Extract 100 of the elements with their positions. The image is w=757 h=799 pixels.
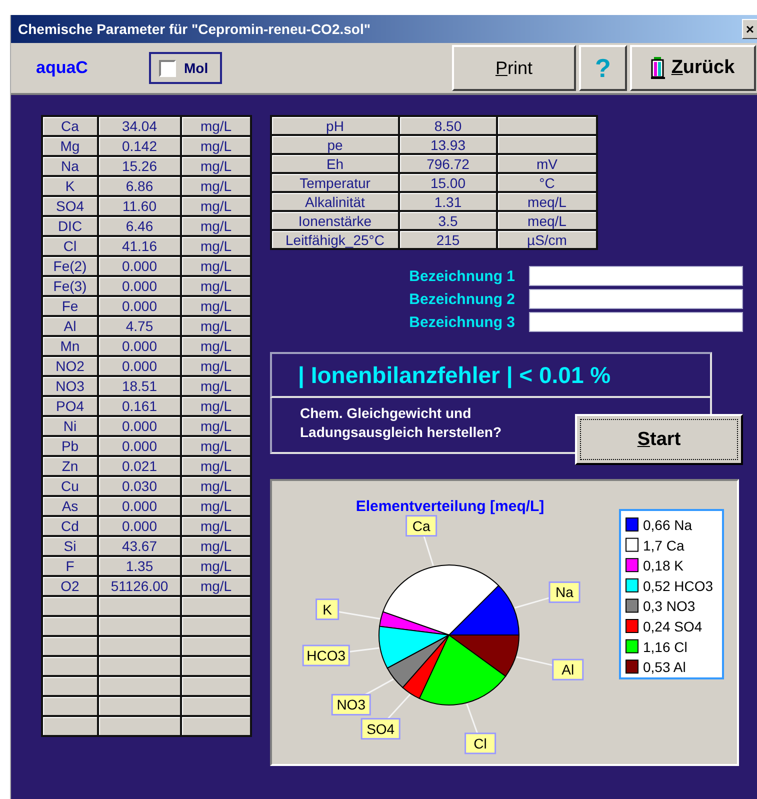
- unit-cell: mg/L: [181, 416, 251, 436]
- leader-line: [514, 597, 550, 609]
- leader-line: [423, 536, 434, 566]
- leader-line: [516, 656, 554, 666]
- legend-label: 0,3 NO3: [643, 598, 696, 614]
- legend-label: 0,52 HCO3: [643, 578, 714, 594]
- slice-label: Na: [548, 581, 580, 603]
- unit-cell: mg/L: [181, 256, 251, 276]
- value-cell: 6.46: [98, 216, 181, 236]
- unit-cell: mg/L: [181, 496, 251, 516]
- parameter-cell: Eh: [271, 154, 399, 173]
- value-cell: 0.021: [98, 456, 181, 476]
- element-cell: NO3: [42, 376, 98, 396]
- slice-label: Al: [562, 662, 574, 678]
- element-cell: Cl: [42, 236, 98, 256]
- unit-cell: mg/L: [181, 116, 251, 136]
- element-cell: Cd: [42, 516, 98, 536]
- start-button[interactable]: Start: [575, 414, 743, 465]
- value-cell: 11.60: [98, 196, 181, 216]
- parameter-cell: Temperatur: [271, 173, 399, 192]
- legend-label: 0,53 Al: [643, 659, 686, 676]
- unit-cell: mg/L: [181, 176, 251, 196]
- value-cell: 0.000: [98, 296, 181, 316]
- unit-cell: mg/L: [181, 336, 251, 356]
- element-cell: Si: [42, 536, 98, 556]
- element-cell: K: [42, 176, 98, 196]
- text-field[interactable]: [529, 289, 743, 309]
- slice-label: SO4: [366, 720, 395, 737]
- unit-cell: mg/L: [181, 476, 251, 496]
- value-cell: 0.000: [98, 416, 181, 436]
- element-cell: Fe(3): [42, 276, 98, 296]
- table-cell: [181, 596, 251, 616]
- balance-error-text: | Ionenbilanzfehler | < 0.01 %: [298, 362, 611, 388]
- unit-cell: mg/L: [181, 556, 251, 576]
- field-label: Bezeichnung 3: [409, 314, 515, 330]
- unit-cell: mg/L: [181, 296, 251, 316]
- element-cell: Ca: [42, 116, 98, 136]
- legend-label: 1,7 Ca: [643, 537, 684, 554]
- table-cell: [181, 616, 251, 636]
- value-cell: 41.16: [98, 236, 181, 256]
- close-button[interactable]: ×: [742, 19, 757, 39]
- text-field[interactable]: [529, 266, 743, 286]
- unit-cell: mg/L: [181, 356, 251, 376]
- value-cell: 0.161: [98, 396, 181, 416]
- table-cell: [42, 616, 98, 636]
- element-cell: Ni: [42, 416, 98, 436]
- table-cell: [42, 676, 98, 696]
- unit-cell: mg/L: [181, 236, 251, 256]
- unit-cell: mg/L: [181, 436, 251, 456]
- table-cell: [181, 636, 251, 656]
- field-label: Bezeichnung 1: [409, 268, 515, 284]
- value-cell: 15.26: [98, 156, 181, 176]
- value-cell: 51126.00: [98, 576, 181, 596]
- checkbox[interactable]: [159, 60, 176, 76]
- value-cell: 0.000: [98, 436, 181, 456]
- unit-cell: mV: [497, 154, 597, 173]
- value-cell: 0.000: [98, 516, 181, 536]
- parameter-cell: pe: [271, 135, 399, 154]
- value-cell: 3.5: [399, 211, 497, 230]
- element-cell: Mn: [42, 336, 98, 356]
- unit-cell: mg/L: [181, 456, 251, 476]
- table-cell: [181, 716, 251, 736]
- app-name: aquaC: [36, 58, 89, 78]
- value-cell: 0.000: [98, 256, 181, 276]
- table-cell: [42, 596, 98, 616]
- table-cell: [42, 636, 98, 656]
- value-cell: 34.04: [98, 116, 181, 136]
- value-cell: 15.00: [399, 173, 497, 192]
- checkbox-label: Mol: [184, 60, 208, 76]
- question-text: Chem. Gleichgewicht und Ladungsausgleich herstellen?: [300, 404, 502, 442]
- element-cell: PO4: [42, 396, 98, 416]
- unit-cell: mg/L: [181, 136, 251, 156]
- unit-cell: mg/L: [181, 156, 251, 176]
- legend-label: 0,18 K: [643, 558, 684, 574]
- element-cell: Na: [42, 156, 98, 176]
- text-field[interactable]: [529, 312, 743, 332]
- unit-cell: mg/L: [181, 396, 251, 416]
- parameter-cell: pH: [271, 116, 399, 135]
- slice-label: Ca: [412, 518, 430, 534]
- unit-cell: mg/L: [181, 216, 251, 236]
- slice-label: K: [316, 598, 340, 620]
- slice-label: Ca: [406, 515, 438, 537]
- value-cell: 0.000: [98, 336, 181, 356]
- back-button[interactable]: Zurück: [630, 45, 756, 91]
- slice-label: K: [322, 601, 333, 618]
- element-cell: Al: [42, 316, 98, 336]
- value-cell: 0.000: [98, 356, 181, 376]
- element-cell: Zn: [42, 456, 98, 476]
- print-button[interactable]: Print: [452, 45, 576, 91]
- slice-label: SO4: [360, 718, 400, 740]
- element-cell: O2: [42, 576, 98, 596]
- element-cell: Fe: [42, 296, 98, 316]
- field-label: Bezeichnung 2: [409, 290, 515, 308]
- value-cell: 0.000: [98, 496, 181, 516]
- table-cell: [42, 656, 98, 676]
- element-cell: Cu: [42, 476, 98, 496]
- element-cell: NO2: [42, 356, 98, 376]
- value-cell: 18.51: [98, 376, 181, 396]
- table-cell: [42, 716, 98, 736]
- element-cell: Mg: [42, 136, 98, 156]
